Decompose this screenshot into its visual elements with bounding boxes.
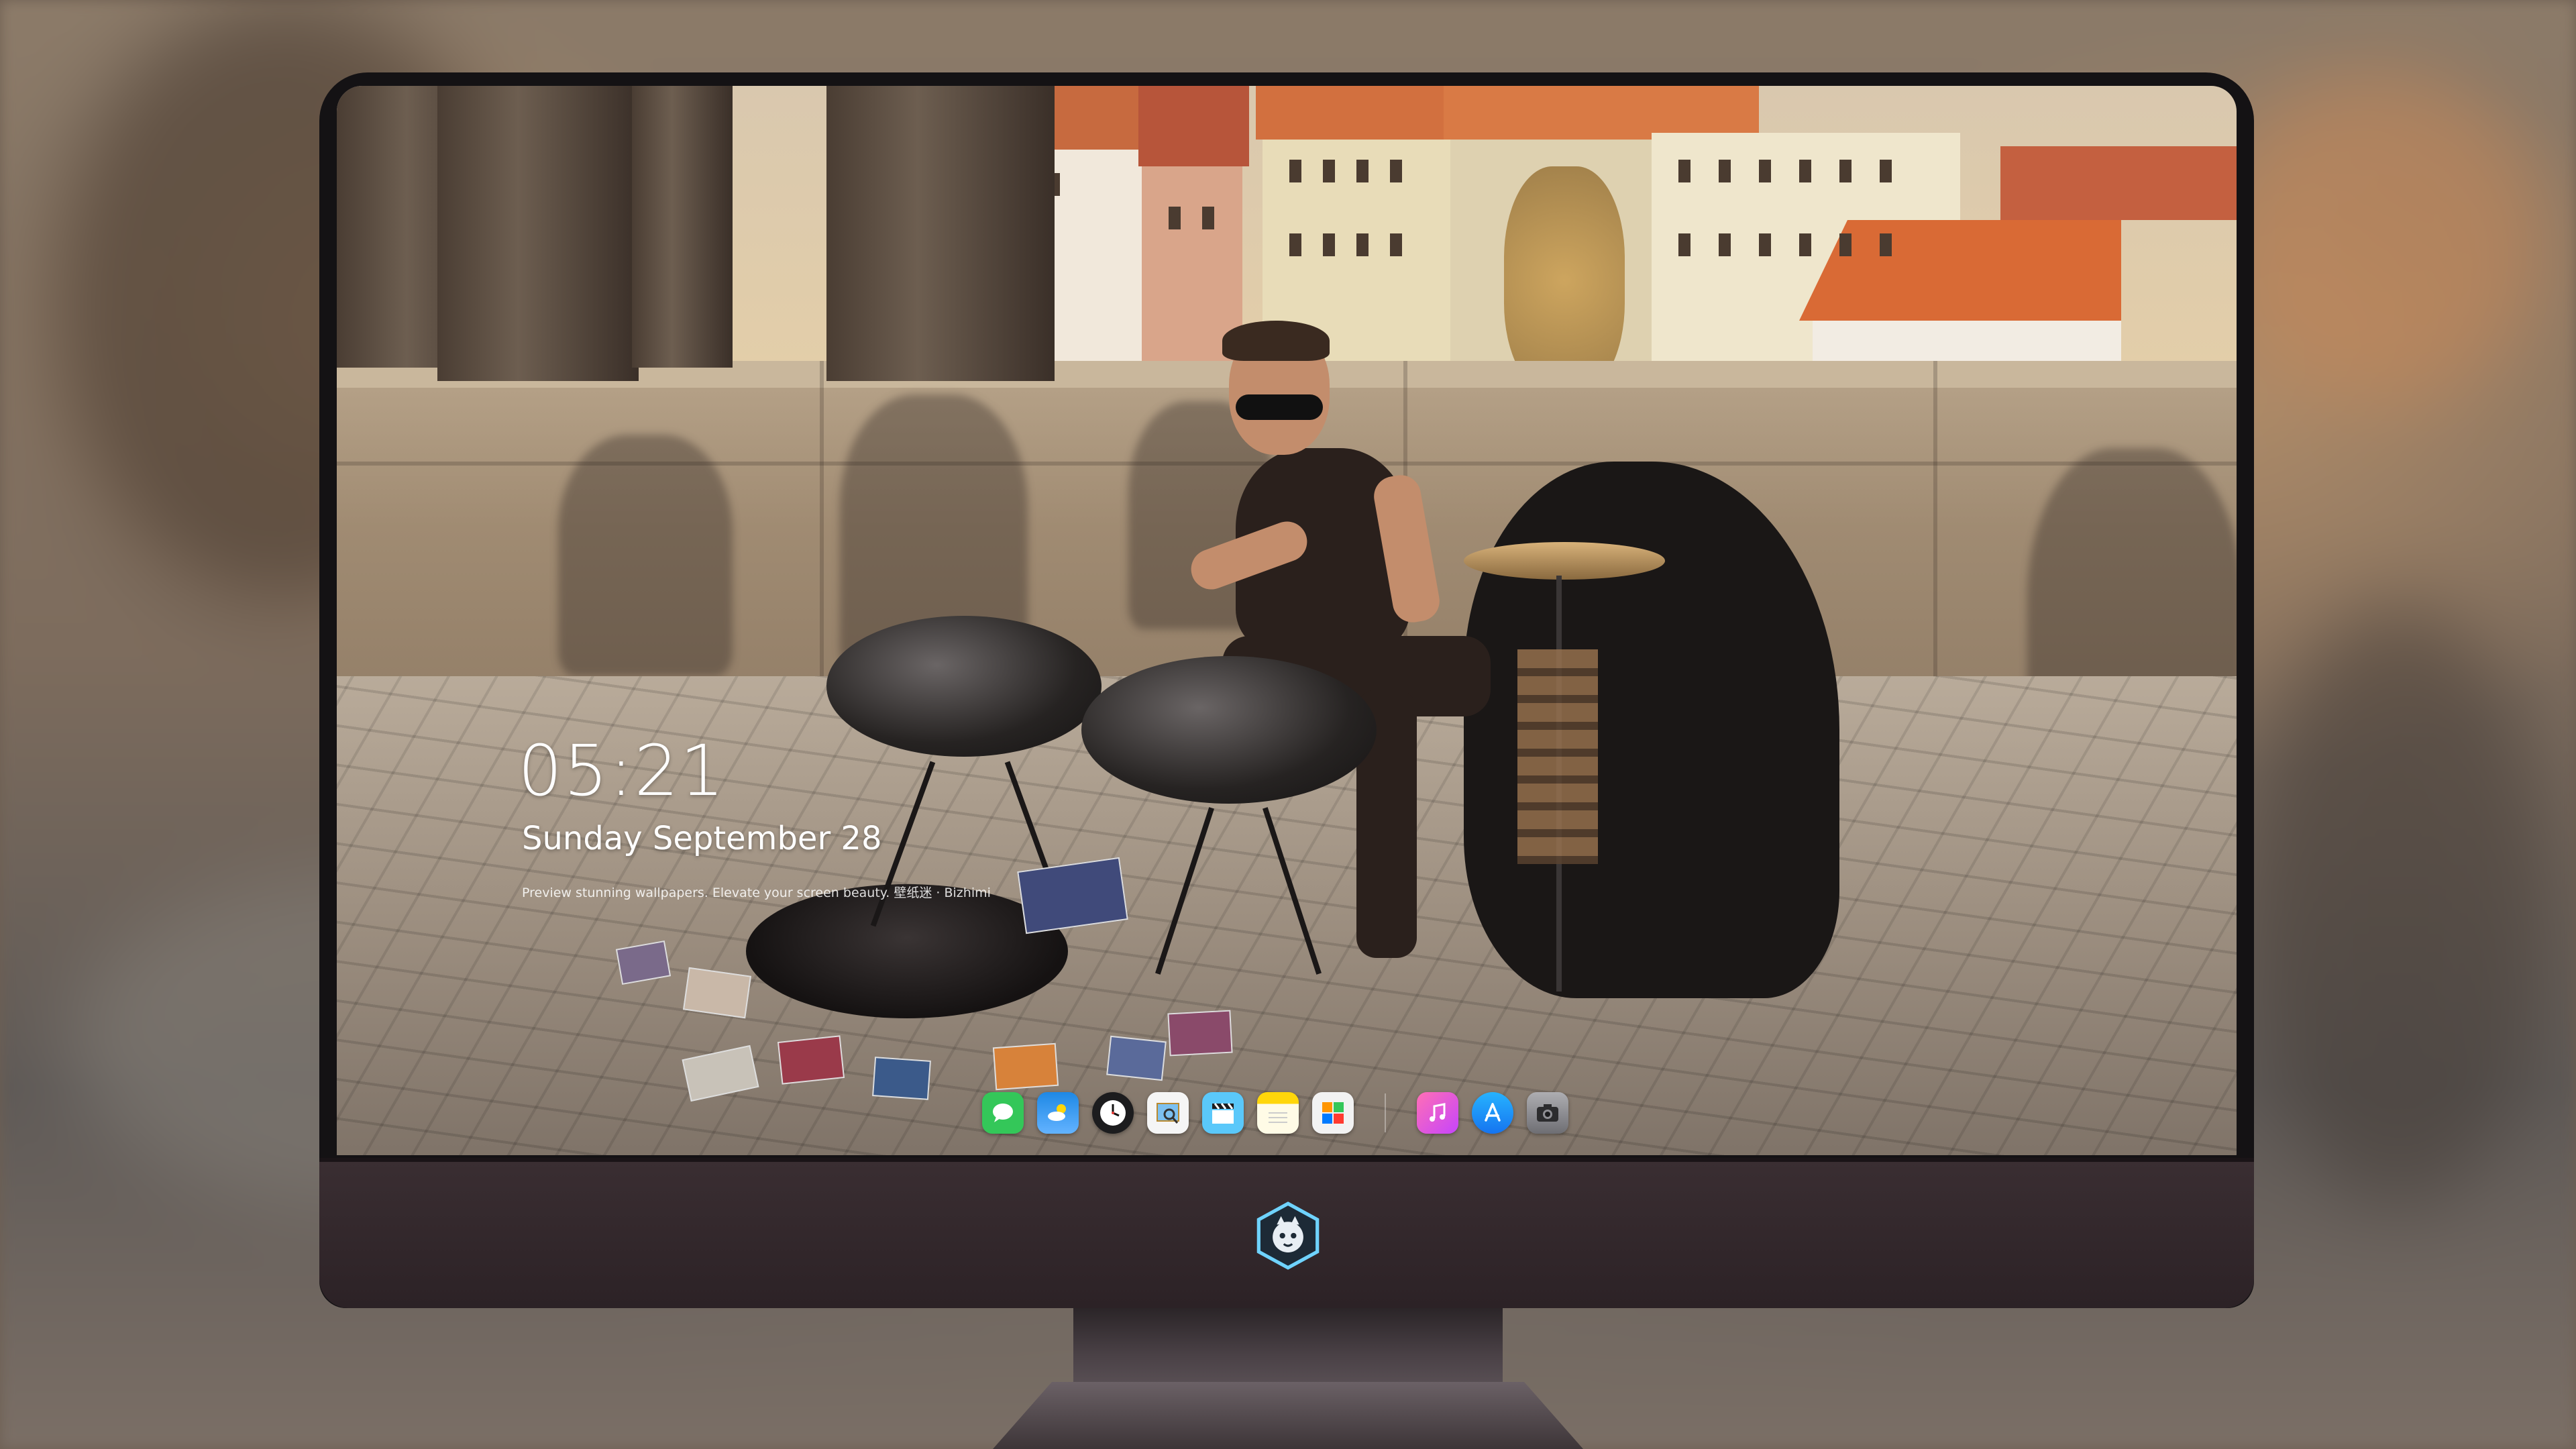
desktop-screen: 05:21 Sunday September 28 Preview stunni… (337, 86, 2237, 1155)
monitor-stand-base (993, 1382, 1583, 1449)
dock-app-camera[interactable] (1527, 1092, 1568, 1134)
clips-icon (1212, 1103, 1234, 1124)
dock-app-photo-booth[interactable] (1312, 1092, 1354, 1134)
dock (982, 1087, 1568, 1139)
dock-app-clock[interactable] (1092, 1092, 1134, 1134)
lock-screen-time: 05:21 (518, 730, 726, 812)
wallpaper (337, 86, 2237, 1155)
dock-app-weather[interactable] (1037, 1092, 1079, 1134)
messages-icon (993, 1104, 1013, 1122)
lock-screen-date: Sunday September 28 (522, 820, 882, 857)
camera-icon (1537, 1104, 1558, 1122)
app-store-icon (1485, 1103, 1501, 1122)
monitor-stand-neck (1073, 1307, 1503, 1387)
clock-icon (1100, 1100, 1126, 1126)
dock-app-itunes[interactable] (1417, 1092, 1458, 1134)
preview-icon (1157, 1103, 1179, 1124)
photo-booth-icon (1322, 1102, 1344, 1124)
dock-app-messages[interactable] (982, 1092, 1024, 1134)
dock-app-clips[interactable] (1202, 1092, 1244, 1134)
dock-app-app-store[interactable] (1472, 1092, 1513, 1134)
dock-app-notes[interactable] (1257, 1092, 1299, 1134)
itunes-icon (1430, 1103, 1446, 1122)
notes-icon (1269, 1112, 1287, 1123)
dock-separator (1385, 1093, 1386, 1132)
weather-icon (1048, 1104, 1066, 1121)
dock-app-preview[interactable] (1147, 1092, 1189, 1134)
mascot-logo-icon (1256, 1201, 1320, 1270)
wallpaper-tagline: Preview stunning wallpapers. Elevate you… (522, 885, 991, 900)
